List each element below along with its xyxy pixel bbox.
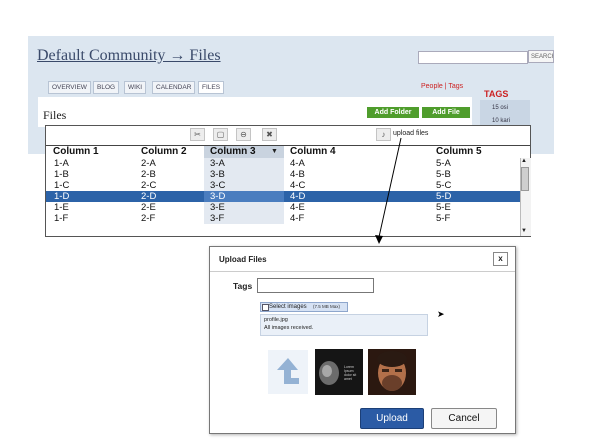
table-cell: 4-D <box>290 191 306 202</box>
column-header-1[interactable]: Column 1 <box>53 146 99 158</box>
search-input[interactable] <box>418 51 528 64</box>
tags-input[interactable] <box>257 278 374 293</box>
tag-item[interactable]: 15 osi <box>492 105 508 111</box>
column-header-5[interactable]: Column 5 <box>436 146 482 158</box>
table-cell: 4-F <box>290 213 305 224</box>
table-cell: 5-B <box>436 169 451 180</box>
add-folder-button[interactable]: Add Folder <box>367 107 419 118</box>
search-button[interactable]: SEARCH <box>528 50 554 63</box>
table-cell: 3-A <box>210 158 225 169</box>
scrollbar-thumb[interactable] <box>521 167 529 191</box>
table-row[interactable]: 1-E 2-E 3-E 4-E 5-E <box>46 202 520 213</box>
table-cell: 1-F <box>54 213 69 224</box>
add-file-button[interactable]: Add File <box>422 107 470 118</box>
upload-button[interactable]: Upload <box>360 408 424 429</box>
table-cell: 3-F <box>210 213 225 224</box>
table-cell: 4-A <box>290 158 305 169</box>
table-row[interactable]: 1-B 2-B 3-B 4-B 5-B <box>46 169 520 180</box>
thumbnail-caption: Lorem Ipsum dolor sit amet <box>344 365 357 381</box>
sort-descending-icon[interactable]: ▼ <box>271 146 278 158</box>
column-header-4[interactable]: Column 4 <box>290 146 336 158</box>
dialog-title: Upload Files <box>219 255 267 264</box>
table-cell: 5-F <box>436 213 451 224</box>
tags-heading: TAGS <box>484 89 509 99</box>
max-size-label: (7.5 MB Max) <box>313 304 341 309</box>
face-photo-icon <box>368 349 416 395</box>
table-cell: 2-B <box>141 169 156 180</box>
tab-wiki[interactable]: WIKI <box>124 81 147 94</box>
upload-arrow-icon <box>277 358 299 384</box>
delete-icon[interactable]: ✖ <box>262 128 277 141</box>
scissors-icon[interactable]: ✂ <box>190 128 205 141</box>
tab-calendar[interactable]: CALENDAR <box>152 81 196 94</box>
table-row[interactable]: 1-C 2-C 3-C 4-C 5-C <box>46 180 520 191</box>
tag-item[interactable]: 10 kari <box>492 118 510 124</box>
checkbox-icon[interactable] <box>262 304 269 311</box>
table-cell: 1-C <box>54 180 70 191</box>
mouse-cursor-icon: ➤ <box>437 309 445 319</box>
upload-status-text: All images received. <box>264 325 314 331</box>
scroll-down-icon[interactable]: ▼ <box>521 228 527 234</box>
table-cell: 4-C <box>290 180 306 191</box>
select-images-label[interactable]: Select images <box>269 302 307 312</box>
column-header-3[interactable]: Column 3 <box>210 146 256 158</box>
table-cell: 3-D <box>210 191 226 202</box>
community-title[interactable]: Default Community → Files <box>37 47 221 65</box>
table-cell: 2-D <box>141 191 157 202</box>
column-header-2[interactable]: Column 2 <box>141 146 187 158</box>
dialog-divider <box>210 271 515 272</box>
table-cell: 4-E <box>290 202 305 213</box>
grid-toolbar <box>46 126 530 146</box>
copy-icon[interactable]: ▢ <box>213 128 228 141</box>
table-row[interactable]: 1-A 2-A 3-A 4-A 5-A <box>46 158 520 169</box>
table-cell: 3-E <box>210 202 225 213</box>
table-cell: 4-B <box>290 169 305 180</box>
table-cell: 1-D <box>54 191 70 202</box>
table-cell: 2-C <box>141 180 157 191</box>
tags-field-label: Tags <box>233 281 253 291</box>
table-cell: 3-C <box>210 180 226 191</box>
table-cell: 5-E <box>436 202 451 213</box>
table-cell: 5-D <box>436 191 452 202</box>
file-name: profile.jpg <box>264 317 288 323</box>
scroll-up-icon[interactable]: ▲ <box>521 158 527 164</box>
table-cell: 2-A <box>141 158 156 169</box>
profile-photo-thumbnail[interactable] <box>368 349 416 395</box>
table-cell: 2-E <box>141 202 156 213</box>
tab-files[interactable]: FILES <box>198 81 225 94</box>
table-cell: 5-C <box>436 180 452 191</box>
table-cell: 5-A <box>436 158 451 169</box>
table-row-selected[interactable]: 1-D 2-D 3-D 4-D 5-D <box>46 191 520 202</box>
table-cell: 1-A <box>54 158 69 169</box>
tab-blog[interactable]: BLOG <box>93 81 120 94</box>
table-cell: 1-B <box>54 169 69 180</box>
upload-icon[interactable]: ♪ <box>376 128 391 141</box>
files-heading: Files <box>43 108 67 122</box>
table-cell: 1-E <box>54 202 69 213</box>
table-row[interactable]: 1-F 2-F 3-F 4-F 5-F <box>46 213 520 224</box>
cancel-button[interactable]: Cancel <box>431 408 497 429</box>
table-cell: 2-F <box>141 213 156 224</box>
upload-arrow-thumbnail[interactable] <box>268 350 308 394</box>
table-cell: 3-B <box>210 169 225 180</box>
close-button[interactable]: x <box>493 252 508 266</box>
link-icon[interactable]: ⊖ <box>236 128 251 141</box>
upload-files-label[interactable]: upload files <box>393 130 428 137</box>
tab-overview[interactable]: OVERVIEW <box>48 81 91 94</box>
people-tags-links[interactable]: People | Tags <box>421 83 463 90</box>
